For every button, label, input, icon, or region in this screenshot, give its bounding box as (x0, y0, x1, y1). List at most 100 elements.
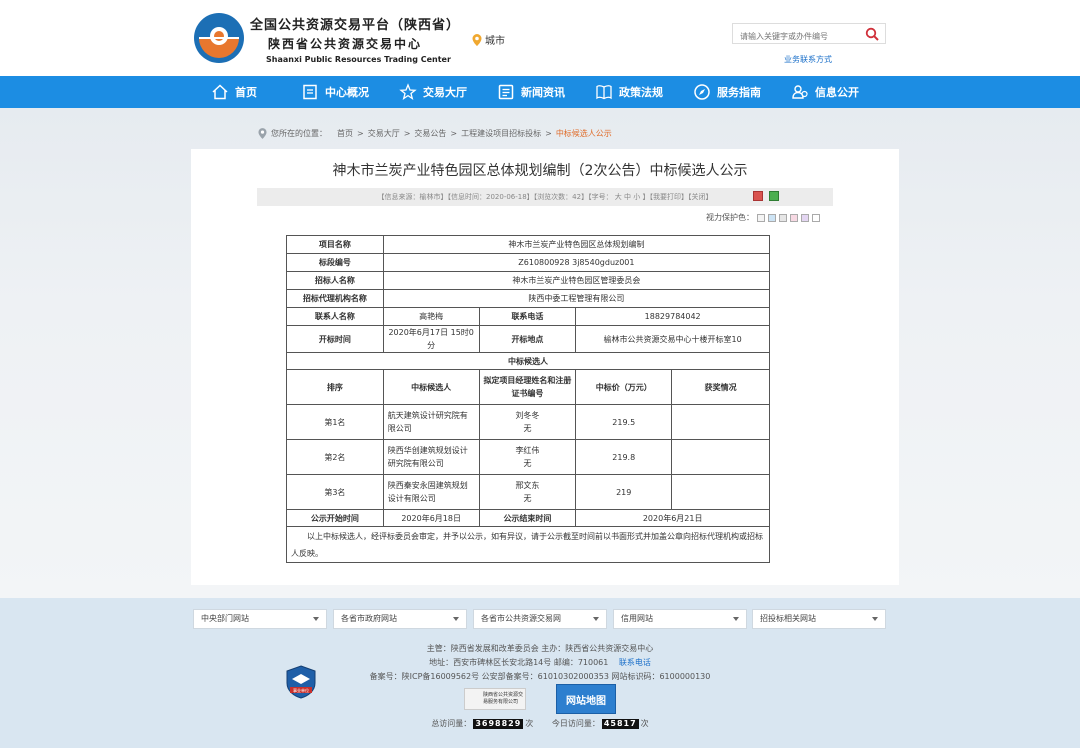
candidate-name: 陕西秦安永固建筑规划设计有限公司 (382, 474, 480, 510)
candidate-rank: 第3名 (286, 474, 384, 510)
contact-value: 高艳梅 (382, 307, 480, 326)
table-row: 标段编号 Z610800928 3j8540gduz001 (286, 253, 771, 272)
nav-item-label: 政策法规 (619, 86, 663, 99)
color-swatch-pink[interactable] (790, 213, 798, 222)
manager-cert: 无 (523, 459, 532, 468)
table-row: 第1名 航天建筑设计研究院有限公司 刘冬冬无 219.5 (286, 404, 770, 440)
nav-item-trading-hall[interactable]: 交易大厅 (399, 76, 467, 108)
candidate-rank: 第1名 (286, 404, 384, 440)
total-visits-label: 总访问量： (431, 719, 472, 728)
footer-select-central-departments[interactable]: 中央部门网站 (193, 609, 327, 629)
manager-name: 李红伟 (515, 446, 540, 455)
city-selector[interactable]: 城市 (472, 32, 505, 47)
candidate-awards (671, 439, 770, 475)
site-logo[interactable] (193, 12, 245, 64)
visit-counters: 总访问量： 3698829 次 今日访问量： 45817 次 (0, 718, 1080, 729)
footer-contact-link[interactable]: 联系电话 (619, 658, 651, 667)
breadcrumb-separator: > (403, 129, 411, 138)
article-title: 神木市兰炭产业特色园区总体规划编制（2次公告）中标候选人公示 (332, 163, 748, 179)
color-swatch-purple[interactable] (801, 213, 809, 222)
search-input[interactable] (733, 27, 861, 46)
location-pin-icon (472, 33, 482, 46)
search-box (732, 23, 886, 46)
breadcrumb-home[interactable]: 首页 (337, 128, 353, 139)
open-place-label: 开标地点 (478, 325, 577, 353)
nav-item-label: 信息公开 (815, 86, 859, 99)
breadcrumb-engineering[interactable]: 工程建设项目招标投标 (461, 128, 541, 139)
nav-item-label: 首页 (235, 86, 257, 99)
share-icon[interactable] (769, 191, 779, 201)
today-visits-counter: 45817 (601, 719, 639, 729)
nav-item-label: 中心概况 (325, 86, 369, 99)
nav-item-home[interactable]: 首页 (211, 76, 257, 108)
candidate-manager: 邢文东无 (478, 474, 577, 510)
nav-item-center-overview[interactable]: 中心概况 (301, 76, 369, 108)
pub-end-label: 公示结束时间 (478, 509, 577, 527)
breadcrumb-trading-hall[interactable]: 交易大厅 (368, 128, 400, 139)
phone-label: 联系电话 (478, 307, 577, 326)
table-row: 第3名 陕西秦安永固建筑规划设计有限公司 邢文东无 219 (286, 474, 770, 510)
table-row: 第2名 陕西华创建筑规划设计研究院有限公司 李红伟无 219.8 (286, 439, 770, 475)
color-swatch-blue[interactable] (768, 213, 776, 222)
breadcrumb-announcements[interactable]: 交易公告 (414, 128, 446, 139)
table-row: 以上中标候选人，经评标委员会审定，并予以公示，如有异议，请于公示截至时间前以书面… (286, 526, 770, 563)
breadcrumb-separator: > (450, 129, 458, 138)
pub-end-value: 2020年6月21日 (575, 509, 770, 527)
open-place-value: 榆林市公共资源交易中心十楼开标室10 (575, 325, 770, 353)
candidates-table: 项目名称 神木市兰炭产业特色园区总体规划编制 标段编号 Z610800928 3… (286, 235, 771, 563)
nav-item-info-disclosure[interactable]: 信息公开 (791, 76, 859, 108)
manager-cert: 无 (523, 424, 532, 433)
footer-select-bidding[interactable]: 招投标相关网站 (752, 609, 886, 629)
table-row: 开标时间 2020年6月17日 15时0分 开标地点 榆林市公共资源交易中心十楼… (286, 325, 770, 353)
phone-value: 18829784042 (575, 307, 770, 326)
search-icon[interactable] (865, 27, 879, 41)
footer-sponsor: 主管：陕西省发展和改革委员会 主办：陕西省公共资源交易中心 (426, 644, 654, 653)
nav-item-service-guide[interactable]: 服务指南 (693, 76, 761, 108)
open-time-label: 开标时间 (286, 325, 384, 353)
candidates-heading: 中标候选人 (286, 352, 770, 370)
footer-select-provincial-gov[interactable]: 各省市政府网站 (333, 609, 467, 629)
project-name-value: 神木市兰炭产业特色园区总体规划编制 (382, 235, 771, 254)
document-icon (303, 84, 317, 100)
col-awards: 获奖情况 (671, 369, 770, 405)
pub-start-value: 2020年6月18日 (382, 509, 480, 527)
candidate-price: 219 (575, 474, 673, 510)
breadcrumb-prefix: 您所在的位置： (271, 129, 327, 138)
print-icon[interactable] (753, 191, 763, 201)
section-no-value: Z610800928 3j8540gduz001 (382, 253, 771, 272)
site-title-en: Shaanxi Public Resources Trading Center (266, 55, 451, 64)
color-swatch-white-alt[interactable] (812, 213, 820, 222)
visits-unit: 次 (525, 719, 534, 728)
breadcrumb-separator: > (357, 129, 364, 138)
col-rank: 排序 (286, 369, 384, 405)
footer-select-credit[interactable]: 信用网站 (613, 609, 747, 629)
business-contact-link[interactable]: 业务联系方式 (784, 54, 832, 65)
nav-item-label: 交易大厅 (423, 86, 467, 99)
star-icon (399, 83, 417, 100)
pub-start-label: 公示开始时间 (286, 509, 384, 527)
nav-item-label: 新闻资讯 (521, 86, 565, 99)
notice-text: 以上中标候选人，经评标委员会审定，并予以公示，如有异议，请于公示截至时间前以书面… (286, 526, 770, 563)
footer-select-provincial-trading[interactable]: 各省市公共资源交易网 (473, 609, 607, 629)
site-map-button[interactable]: 网站地图 (556, 684, 616, 714)
badge-label: 事业单位 (293, 687, 309, 693)
public-institution-badge[interactable]: 事业单位 (286, 665, 316, 699)
col-price: 中标价（万元） (575, 369, 673, 405)
table-row: 中标候选人 (286, 352, 770, 370)
today-visits-label: 今日访问量： (551, 719, 600, 728)
nav-item-news[interactable]: 新闻资讯 (497, 76, 565, 108)
nav-item-label: 服务指南 (717, 86, 761, 99)
manager-cert: 无 (523, 494, 532, 503)
vision-protection-colors: 视力保护色： (706, 212, 820, 223)
location-pin-icon (258, 128, 267, 139)
nav-item-policy[interactable]: 政策法规 (595, 76, 663, 108)
table-row: 联系人名称 高艳梅 联系电话 18829784042 (286, 307, 770, 326)
main-nav: 首页 中心概况 交易大厅 新闻资讯 政策法规 服务指南 信息公开 (0, 76, 1080, 108)
breadcrumb-current: 中标候选人公示 (555, 129, 612, 138)
service-company-logo[interactable]: 陕西省公共资源交易服务有限公司 (464, 688, 526, 710)
news-icon (498, 84, 514, 100)
color-swatch-white[interactable] (757, 213, 765, 222)
site-title-cn: 全国公共资源交易平台（陕西省） (250, 18, 461, 33)
candidate-price: 219.8 (575, 439, 673, 475)
color-swatch-gray[interactable] (779, 213, 787, 222)
